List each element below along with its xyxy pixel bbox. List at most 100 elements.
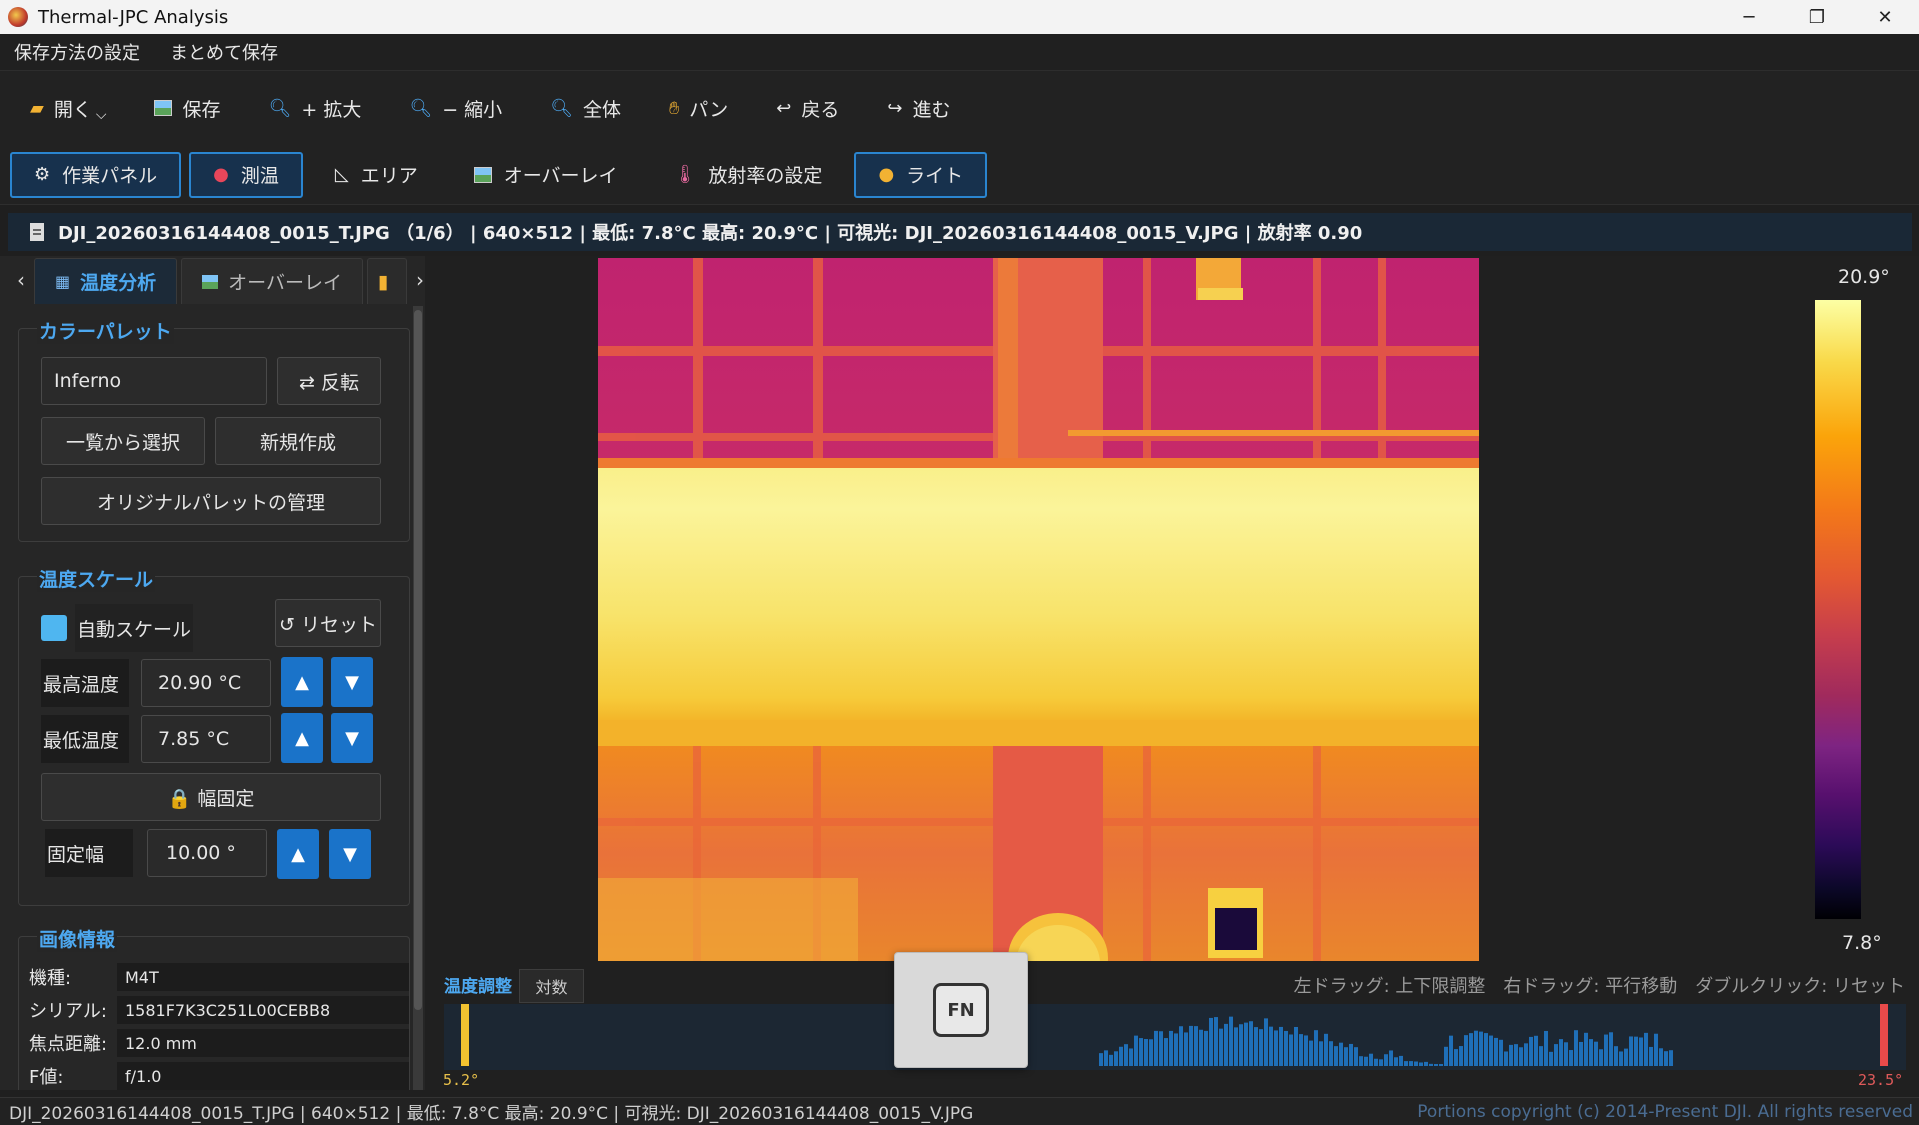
menu-batch-save[interactable]: まとめて保存 bbox=[170, 39, 278, 65]
thermometer-icon: 🌡︎ bbox=[673, 164, 697, 185]
window-title: Thermal-JPC Analysis bbox=[38, 6, 229, 28]
histogram-bar bbox=[1359, 1056, 1363, 1066]
histogram-bar bbox=[1599, 1049, 1603, 1066]
close-button[interactable]: ✕ bbox=[1851, 0, 1919, 34]
histogram-bar bbox=[1619, 1051, 1623, 1066]
histogram-bar bbox=[1109, 1054, 1113, 1066]
file-info-text: DJI_20260316144408_0015_T.JPG （1/6） | 64… bbox=[58, 223, 1363, 244]
fixed-width-up-button[interactable]: ▲ bbox=[277, 829, 319, 879]
max-temp-down-button[interactable]: ▼ bbox=[331, 657, 373, 707]
histogram-bar bbox=[1204, 1030, 1208, 1066]
tab-temperature-analysis[interactable]: ▦ 温度分析 bbox=[34, 258, 178, 304]
forward-label: 進む bbox=[912, 98, 951, 121]
histogram-bar bbox=[1544, 1030, 1548, 1066]
histogram-bar bbox=[1179, 1026, 1183, 1066]
folder-icon: ▰ bbox=[30, 97, 44, 119]
info-row-focal-length: 焦点距離: 12.0 mm bbox=[29, 1029, 409, 1057]
histogram-bar bbox=[1264, 1018, 1268, 1066]
histogram-bar bbox=[1284, 1030, 1288, 1066]
high-limit-handle[interactable] bbox=[1880, 1004, 1888, 1066]
histogram-bar bbox=[1434, 1064, 1438, 1066]
area-label: エリア bbox=[360, 165, 418, 187]
histogram-bar bbox=[1564, 1042, 1568, 1066]
bar-chart-icon: ▦ bbox=[55, 272, 71, 291]
document-icon bbox=[30, 223, 44, 241]
histogram-bar bbox=[1569, 1050, 1573, 1066]
maximize-button[interactable]: ❐ bbox=[1783, 0, 1851, 34]
fit-all-button[interactable]: 🔍︎ 全体 bbox=[550, 88, 621, 128]
histogram-bar bbox=[1139, 1038, 1143, 1066]
info-key: 焦点距離: bbox=[29, 1034, 108, 1055]
overlay-button[interactable]: オーバーレイ bbox=[450, 152, 642, 198]
thermal-image[interactable] bbox=[598, 258, 1479, 961]
lock-width-button[interactable]: 🔒 幅固定 bbox=[41, 773, 381, 821]
area-button[interactable]: ◺ エリア bbox=[311, 152, 442, 198]
measure-label: 測温 bbox=[240, 165, 279, 187]
reverse-palette-button[interactable]: ⇄ 反転 bbox=[277, 357, 381, 405]
min-temp-input[interactable]: 7.85 °C bbox=[141, 715, 271, 763]
menu-save-settings[interactable]: 保存方法の設定 bbox=[14, 39, 140, 65]
measure-toggle[interactable]: ● 測温 bbox=[189, 151, 303, 198]
max-temp-up-button[interactable]: ▲ bbox=[281, 657, 323, 707]
zoom-out-label: − 縮小 bbox=[442, 98, 503, 121]
fixed-width-label: 固定幅 bbox=[45, 829, 133, 877]
histogram-bar bbox=[1194, 1026, 1198, 1066]
reset-scale-button[interactable]: ↺ リセット bbox=[275, 599, 381, 647]
tab-more[interactable]: ▮ bbox=[366, 258, 407, 304]
histogram-bar bbox=[1554, 1044, 1558, 1066]
max-temp-input[interactable]: 20.90 °C bbox=[141, 659, 271, 707]
auto-scale-checkbox[interactable] bbox=[41, 615, 67, 641]
menu-bar: 保存方法の設定 まとめて保存 bbox=[0, 34, 1919, 70]
chevron-left-icon[interactable]: ‹ bbox=[8, 256, 34, 304]
histogram-bar bbox=[1489, 1035, 1493, 1066]
fn-key-overlay[interactable]: FN bbox=[894, 952, 1028, 1068]
histogram-bar bbox=[1279, 1026, 1283, 1066]
select-from-list-button[interactable]: 一覧から選択 bbox=[41, 417, 205, 465]
histogram-chart[interactable] bbox=[444, 1004, 1906, 1070]
histogram-bar bbox=[1339, 1042, 1343, 1066]
histogram-bar bbox=[1344, 1047, 1348, 1066]
minimize-button[interactable]: ─ bbox=[1715, 0, 1783, 34]
histogram-bar bbox=[1429, 1063, 1433, 1066]
tab-overlay[interactable]: オーバーレイ bbox=[181, 258, 363, 304]
min-temp-up-button[interactable]: ▲ bbox=[281, 713, 323, 763]
open-button[interactable]: ▰ 開く ⌵ bbox=[30, 88, 106, 128]
low-limit-handle[interactable] bbox=[461, 1004, 469, 1066]
fixed-width-input[interactable]: 10.00 ° bbox=[147, 829, 267, 877]
panel-tabs: ‹ ▦ 温度分析 オーバーレイ ▮ › bbox=[8, 256, 425, 304]
histogram-bar bbox=[1579, 1041, 1583, 1066]
magnifier-icon: 🔍︎ bbox=[550, 97, 574, 119]
histogram-bar bbox=[1159, 1031, 1163, 1066]
work-panel-toggle[interactable]: ⚙ 作業パネル bbox=[10, 151, 182, 198]
fixed-width-down-button[interactable]: ▼ bbox=[329, 829, 371, 879]
manage-palettes-button[interactable]: オリジナルパレットの管理 bbox=[41, 477, 381, 525]
histogram-bar bbox=[1654, 1033, 1658, 1066]
histogram-bar bbox=[1539, 1046, 1543, 1066]
light-theme-toggle[interactable]: ● ライト bbox=[854, 151, 988, 198]
histogram-bar bbox=[1364, 1056, 1368, 1066]
histogram-bar bbox=[1239, 1024, 1243, 1066]
log-scale-button[interactable]: 対数 bbox=[519, 969, 584, 1003]
histogram-bar bbox=[1484, 1033, 1488, 1066]
status-bar: DJI_20260316144408_0015_T.JPG | 640×512 … bbox=[0, 1097, 1919, 1125]
back-button[interactable]: ↩ 戻る bbox=[776, 88, 839, 128]
histogram-bar bbox=[1254, 1027, 1258, 1066]
save-button[interactable]: 保存 bbox=[154, 88, 221, 128]
triangle-ruler-icon: ◺ bbox=[334, 164, 349, 185]
histogram-bar bbox=[1529, 1036, 1533, 1066]
zoom-in-button[interactable]: 🔍︎ + 拡大 bbox=[269, 88, 362, 128]
histogram-bar bbox=[1394, 1057, 1398, 1066]
new-palette-button[interactable]: 新規作成 bbox=[215, 417, 381, 465]
zoom-out-button[interactable]: 🔍︎ − 縮小 bbox=[409, 88, 502, 128]
histogram-bar bbox=[1624, 1048, 1628, 1066]
forward-button[interactable]: ↪ 進む bbox=[887, 88, 950, 128]
min-temp-down-button[interactable]: ▼ bbox=[331, 713, 373, 763]
histogram-bar bbox=[1664, 1051, 1668, 1066]
image-info-group: 画像情報 機種: M4T シリアル: 1581F7K3C251L00CEBB8 … bbox=[18, 925, 410, 1090]
emissivity-button[interactable]: 🌡︎ 放射率の設定 bbox=[650, 152, 847, 198]
title-bar: Thermal-JPC Analysis ─ ❐ ✕ bbox=[0, 0, 1919, 34]
info-value: 1581F7K3C251L00CEBB8 bbox=[117, 996, 409, 1024]
histogram-bar bbox=[1399, 1055, 1403, 1066]
pan-button[interactable]: ✋︎ パン bbox=[669, 88, 728, 128]
palette-current-field[interactable]: Inferno bbox=[41, 357, 267, 405]
